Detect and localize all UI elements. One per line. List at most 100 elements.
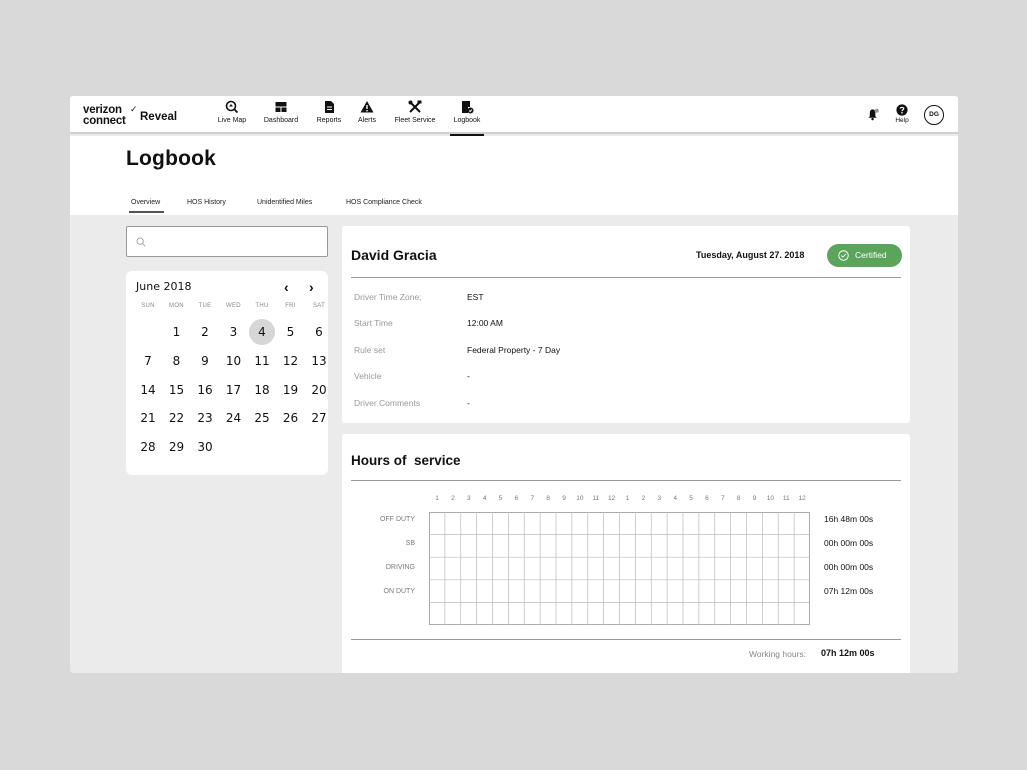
- rule-set-value: Federal Property - 7 Day: [467, 345, 561, 355]
- calendar-day[interactable]: 23: [192, 405, 218, 431]
- search-input[interactable]: [151, 233, 321, 251]
- weekday-header: SAT: [312, 303, 326, 309]
- calendar-day[interactable]: 25: [249, 405, 275, 431]
- calendar-day[interactable]: 5: [278, 319, 304, 345]
- nav-live-map[interactable]: Live Map: [212, 96, 252, 134]
- calendar-day[interactable]: 21: [135, 405, 161, 431]
- notifications-bell-icon[interactable]: [867, 108, 880, 121]
- card-divider: [351, 277, 901, 278]
- nav-alerts[interactable]: Alerts: [354, 96, 380, 134]
- nav-fleet-service[interactable]: Fleet Service: [390, 96, 440, 134]
- live-map-icon: [225, 100, 239, 114]
- hour-tick-label: 8: [736, 495, 741, 502]
- hour-tick-label: 3: [657, 495, 662, 502]
- search-box[interactable]: [126, 226, 328, 257]
- logo-check-mark: ✓: [130, 104, 138, 114]
- calendar-day[interactable]: 18: [249, 377, 275, 403]
- hour-tick-label: 4: [482, 495, 487, 502]
- working-hours-value: 07h 12m 00s: [821, 648, 875, 658]
- row-label-off-duty: OFF DUTY: [380, 516, 415, 523]
- nav-label: Logbook: [453, 117, 481, 124]
- calendar-day[interactable]: 12: [278, 348, 304, 374]
- alerts-icon: [360, 101, 374, 113]
- tab-hos-history[interactable]: HOS History: [187, 199, 226, 206]
- nav-dashboard[interactable]: Dashboard: [260, 96, 302, 134]
- log-date: Tuesday, August 27. 2018: [696, 250, 805, 260]
- row-total-driving: 00h 00m 00s: [824, 562, 874, 572]
- weekday-header: FRI: [285, 303, 296, 309]
- calendar-day[interactable]: 7: [135, 348, 161, 374]
- start-time-label: Start Time: [354, 318, 393, 328]
- calendar-month-label: June 2018: [136, 280, 192, 293]
- hour-tick-label: 1: [435, 495, 439, 502]
- row-label-on-duty: ON DUTY: [383, 588, 416, 595]
- calendar-day[interactable]: 10: [221, 348, 247, 374]
- page-header: Logbook Overview HOS History Unidentifie…: [70, 136, 958, 215]
- calendar-day[interactable]: 9: [192, 348, 218, 374]
- calendar-day[interactable]: 28: [135, 434, 161, 460]
- hours-of-service-title: Hours of service: [351, 453, 461, 468]
- rule-set-label: Rule set: [354, 345, 386, 355]
- dashboard-icon: [275, 102, 287, 112]
- timezone-value: EST: [467, 292, 484, 302]
- calendar-day[interactable]: 3: [221, 319, 247, 345]
- page-title: Logbook: [126, 147, 217, 170]
- hour-tick-label: 5: [689, 495, 693, 502]
- tab-hos-compliance-check[interactable]: HOS Compliance Check: [346, 199, 422, 206]
- previous-month-chevron-icon[interactable]: ‹: [284, 279, 289, 295]
- calendar-day[interactable]: 17: [221, 377, 247, 403]
- calendar-day[interactable]: 20: [306, 377, 332, 403]
- row-label-sleeper-berth: SB: [405, 540, 415, 547]
- row-total-on-duty: 07h 12m 00s: [824, 586, 874, 596]
- calendar-day[interactable]: 14: [135, 377, 161, 403]
- next-month-chevron-icon[interactable]: ›: [309, 279, 314, 295]
- calendar-day[interactable]: 29: [164, 434, 190, 460]
- hour-tick-label: 9: [562, 495, 566, 502]
- weekday-header: WED: [226, 303, 241, 309]
- nav-label: Alerts: [358, 117, 376, 124]
- tab-overview[interactable]: Overview: [128, 199, 165, 213]
- calendar-day[interactable]: 13: [306, 348, 332, 374]
- hour-tick-label: 8: [546, 495, 550, 502]
- calendar-day[interactable]: 24: [221, 405, 247, 431]
- driver-summary-card: David Gracia Tuesday, August 27. 2018 Ce…: [342, 226, 910, 423]
- calendar-day[interactable]: 15: [164, 377, 190, 403]
- row-label-driving: DRIVING: [385, 564, 415, 571]
- calendar-day[interactable]: 19: [278, 377, 304, 403]
- date-picker-calendar: June 2018 ‹ › SUN MON TUE WED THU FRI SAT 1 2 3 4 5…: [126, 271, 328, 475]
- hour-tick-label: 12: [608, 495, 616, 502]
- calendar-day-selected[interactable]: 4: [249, 319, 275, 345]
- nav-label: Reports: [316, 117, 342, 124]
- calendar-day[interactable]: 16: [192, 377, 218, 403]
- calendar-day[interactable]: 8: [164, 348, 190, 374]
- calendar-day[interactable]: 1: [164, 319, 190, 345]
- calendar-day[interactable]: 11: [249, 348, 275, 374]
- driver-name: David Gracia: [351, 247, 437, 263]
- hour-tick-label: 5: [498, 495, 503, 502]
- weekday-header: MON: [169, 303, 184, 309]
- calendar-day[interactable]: 26: [278, 405, 304, 431]
- calendar-day[interactable]: 27: [306, 405, 332, 431]
- hour-tick-label: 7: [720, 495, 725, 502]
- weekday-header: THU: [255, 303, 269, 309]
- logo-product-name: Reveal: [140, 111, 178, 123]
- help-label[interactable]: Help: [892, 117, 912, 124]
- nav-reports[interactable]: Reports: [313, 96, 345, 134]
- nav-label: Dashboard: [263, 117, 299, 124]
- help-icon[interactable]: [896, 104, 908, 116]
- calendar-day[interactable]: 30: [192, 434, 218, 460]
- hour-tick-label: 12: [798, 495, 806, 502]
- hours-of-service-card: Hours of service OFF DUTY SB DRIVING ON …: [342, 434, 910, 673]
- hour-tick-label: 3: [466, 495, 471, 502]
- calendar-day[interactable]: 22: [164, 405, 190, 431]
- row-total-sleeper-berth: 00h 00m 00s: [824, 538, 874, 548]
- hour-tick-label: 4: [673, 495, 677, 502]
- vehicle-value: -: [467, 371, 470, 381]
- user-avatar[interactable]: DG: [924, 105, 944, 125]
- nav-logbook[interactable]: Logbook: [450, 96, 484, 136]
- calendar-day[interactable]: 2: [192, 319, 218, 345]
- calendar-day[interactable]: 6: [306, 319, 332, 345]
- hour-tick-label: 11: [592, 495, 600, 502]
- tab-unidentified-miles[interactable]: Unidentified Miles: [257, 199, 312, 206]
- card-divider: [351, 639, 901, 640]
